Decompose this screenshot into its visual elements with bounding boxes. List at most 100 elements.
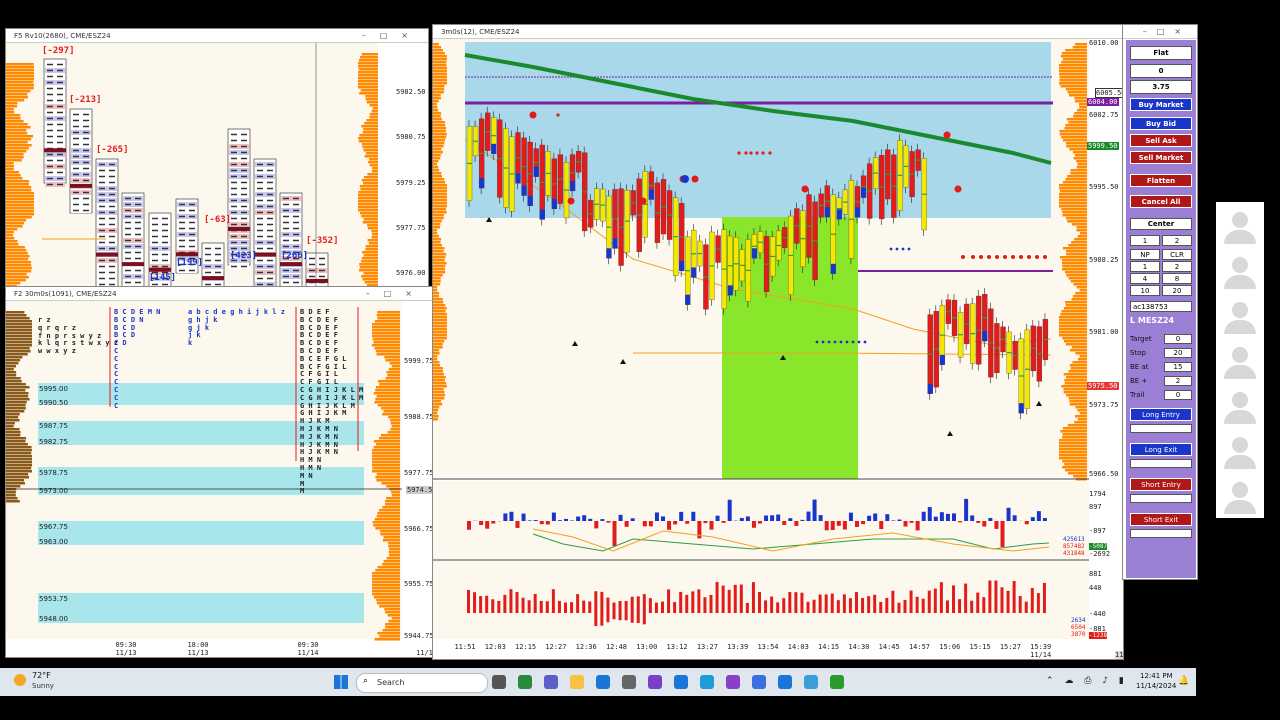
buy-market-button[interactable]: Buy Market xyxy=(1130,98,1192,111)
signal-dot xyxy=(801,185,809,193)
account-select[interactable]: ac138753 xyxy=(1130,301,1192,312)
task-view-icon[interactable] xyxy=(492,675,506,689)
qty-grid-button[interactable]: CLR xyxy=(1162,249,1192,260)
window-controls[interactable]: –□× xyxy=(362,29,422,43)
profile-bar xyxy=(1069,364,1087,367)
window-controls[interactable]: –□× xyxy=(366,287,426,301)
signal-dot xyxy=(815,340,819,344)
bell-icon[interactable]: 🔔 xyxy=(1178,676,1189,686)
profile-bar xyxy=(6,111,15,114)
visual-studio-icon[interactable] xyxy=(726,675,740,689)
start-icon[interactable] xyxy=(334,675,348,689)
be-at-input[interactable]: 15 xyxy=(1164,362,1192,372)
osc-bar xyxy=(976,592,980,613)
qty-input[interactable]: 1 xyxy=(1130,235,1160,246)
be-plus-input[interactable]: 2 xyxy=(1164,376,1192,386)
profile-bar xyxy=(6,141,28,144)
osc-bar xyxy=(945,600,949,613)
tray-icons[interactable]: ⌃ ☁ ⎙ ♪ ▮ xyxy=(1046,676,1128,686)
footprint-window[interactable]: F5 Rv10(2680), CME/ESZ24 –□× 5982.50 5980… xyxy=(5,28,429,290)
time-label: 13:39 xyxy=(727,643,749,651)
osc-bar xyxy=(982,597,986,613)
profile-bar xyxy=(1059,133,1087,136)
market-profile-window[interactable]: F2 30m0s(1091), CME/ESZ24 –□× 5995.00 599… xyxy=(5,286,433,658)
sell-ask-button[interactable]: Sell Ask xyxy=(1130,134,1192,147)
profile-bar xyxy=(367,224,378,227)
edge-icon[interactable] xyxy=(700,675,714,689)
trail-input[interactable]: 0 xyxy=(1164,390,1192,400)
mail-icon[interactable] xyxy=(596,675,610,689)
center-button[interactable]: Center xyxy=(1130,218,1192,230)
qty-grid-button[interactable]: NP xyxy=(1130,249,1160,260)
long-exit-select[interactable] xyxy=(1130,459,1192,468)
vscode-icon[interactable] xyxy=(674,675,688,689)
sell-market-button[interactable]: Sell Market xyxy=(1130,151,1192,164)
long-exit-button[interactable]: Long Exit xyxy=(1130,443,1192,456)
weather-icon[interactable] xyxy=(14,674,26,686)
profile-bar xyxy=(1077,418,1087,421)
osc-bar xyxy=(1030,587,1034,613)
profile-bar xyxy=(361,215,378,218)
osc-bar xyxy=(745,602,749,613)
cancel-all-button[interactable]: Cancel All xyxy=(1130,195,1192,208)
profile-bar xyxy=(6,213,34,216)
search-box[interactable]: ⌕ Search xyxy=(356,673,488,693)
osc-bar xyxy=(933,588,937,613)
target-input[interactable]: 0 xyxy=(1164,334,1192,344)
qty-grid-button[interactable]: 8 xyxy=(1162,273,1192,284)
poc-cell xyxy=(254,252,276,257)
stop-input[interactable]: 20 xyxy=(1164,348,1192,358)
buy-bid-button[interactable]: Buy Bid xyxy=(1130,117,1192,130)
browser-icon[interactable] xyxy=(518,675,532,689)
signal-dot xyxy=(895,247,899,251)
profile-bar xyxy=(6,63,34,66)
qty-grid-button[interactable]: 4 xyxy=(1130,273,1160,284)
short-exit-select[interactable] xyxy=(1130,529,1192,538)
profile-bar xyxy=(1061,310,1087,313)
window-controls[interactable]: –□× xyxy=(1143,25,1191,39)
chart-app-icon[interactable] xyxy=(830,675,844,689)
profile-bar xyxy=(433,157,441,160)
osc-bar xyxy=(770,596,774,613)
profile-bar xyxy=(1065,469,1087,472)
screen-icon[interactable] xyxy=(778,675,792,689)
weather-temp[interactable]: 72°F xyxy=(32,671,51,680)
main-chart-window[interactable]: 3m0s(12), CME/ESZ24 6010.00 6005.50 6002… xyxy=(432,24,1124,660)
profile-bar xyxy=(1062,181,1087,184)
qty-grid-button[interactable]: 2 xyxy=(1162,261,1192,272)
chat-icon[interactable] xyxy=(752,675,766,689)
qty-grid-button[interactable]: 20 xyxy=(1162,285,1192,296)
long-entry-select[interactable] xyxy=(1130,424,1192,433)
media-icon[interactable] xyxy=(648,675,662,689)
short-entry-button[interactable]: Short Entry xyxy=(1130,478,1192,491)
short-exit-button[interactable]: Short Exit xyxy=(1130,513,1192,526)
profile-bar xyxy=(1062,262,1087,265)
profile-bar xyxy=(1072,46,1087,49)
short-entry-select[interactable] xyxy=(1130,494,1192,503)
teams-icon[interactable] xyxy=(544,675,558,689)
profile-bar xyxy=(6,231,14,234)
qty-grid-button[interactable]: 1 xyxy=(1130,261,1160,272)
candle-segment xyxy=(751,248,757,259)
market-profile-window-title[interactable]: F2 30m0s(1091), CME/ESZ24 –□× xyxy=(6,287,432,301)
current-price-tag: 5974.50 xyxy=(406,486,432,494)
folder-icon[interactable] xyxy=(570,675,584,689)
osc-bar xyxy=(667,521,672,530)
notepad-icon[interactable] xyxy=(804,675,818,689)
profile-bar xyxy=(1064,301,1087,304)
price-label: 5980.75 xyxy=(396,133,426,141)
osc-bar xyxy=(673,602,677,613)
footprint-window-title[interactable]: F5 Rv10(2680), CME/ESZ24 –□× xyxy=(6,29,428,43)
qty-input[interactable]: 2 xyxy=(1162,235,1192,246)
profile-bar xyxy=(433,349,440,352)
time-label: 15:15 xyxy=(969,643,991,651)
clock-time[interactable]: 12:41 PM xyxy=(1140,672,1173,680)
profile-bar xyxy=(1061,208,1087,211)
long-entry-button[interactable]: Long Entry xyxy=(1130,408,1192,421)
settings-icon[interactable] xyxy=(622,675,636,689)
main-chart-title[interactable]: 3m0s(12), CME/ESZ24 xyxy=(433,25,1123,39)
flatten-button[interactable]: Flatten xyxy=(1130,174,1192,187)
order-panel-title[interactable]: –□× xyxy=(1123,25,1197,39)
qty-grid-button[interactable]: 10 xyxy=(1130,285,1160,296)
osc-bar xyxy=(982,521,987,527)
